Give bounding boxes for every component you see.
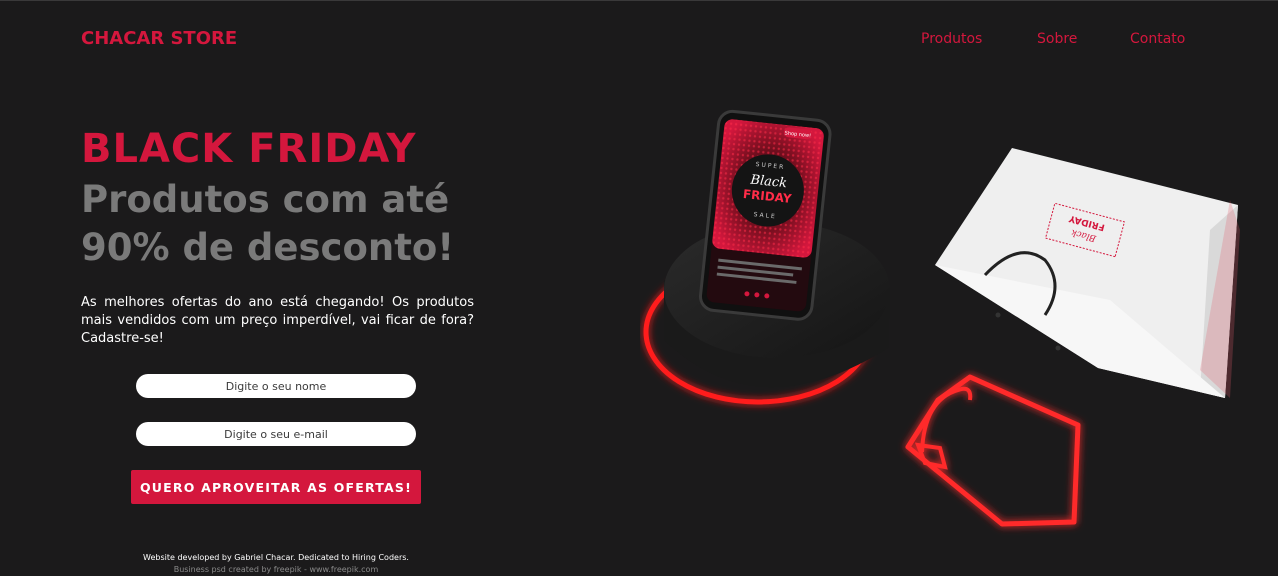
white-shopping-bag: Black FRIDAY [935,148,1240,398]
hero-title: BLACK FRIDAY [81,126,417,172]
email-input[interactable] [136,422,416,446]
product-illustration: Shop now! SUPER Black FRIDAY SALE Black … [643,109,1240,527]
hero-subtitle: Produtos com até 90% de desconto! [81,176,501,272]
hero-subtitle-line-1: Produtos com até [81,178,450,221]
nav-link-produtos[interactable]: Produtos [921,31,982,47]
hero-subtitle-line-2: 90% de desconto! [81,226,455,269]
footer-credit: Website developed by Gabriel Chacar. Ded… [143,553,409,562]
name-input[interactable] [136,374,416,398]
hero-description: As melhores ofertas do ano está chegando… [81,295,474,346]
submit-offers-button[interactable]: QUERO APROVEITAR AS OFERTAS! [131,470,421,504]
main-nav: Produtos Sobre Contato [0,31,1278,51]
smartphone: Shop now! SUPER Black FRIDAY SALE [698,109,832,321]
nav-link-sobre[interactable]: Sobre [1037,31,1077,47]
neon-shopping-bag-icon [905,374,1081,527]
footer-image-credit: Business psd created by freepik - www.fr… [173,565,379,574]
top-border [0,0,1278,1]
nav-link-contato[interactable]: Contato [1130,31,1185,47]
